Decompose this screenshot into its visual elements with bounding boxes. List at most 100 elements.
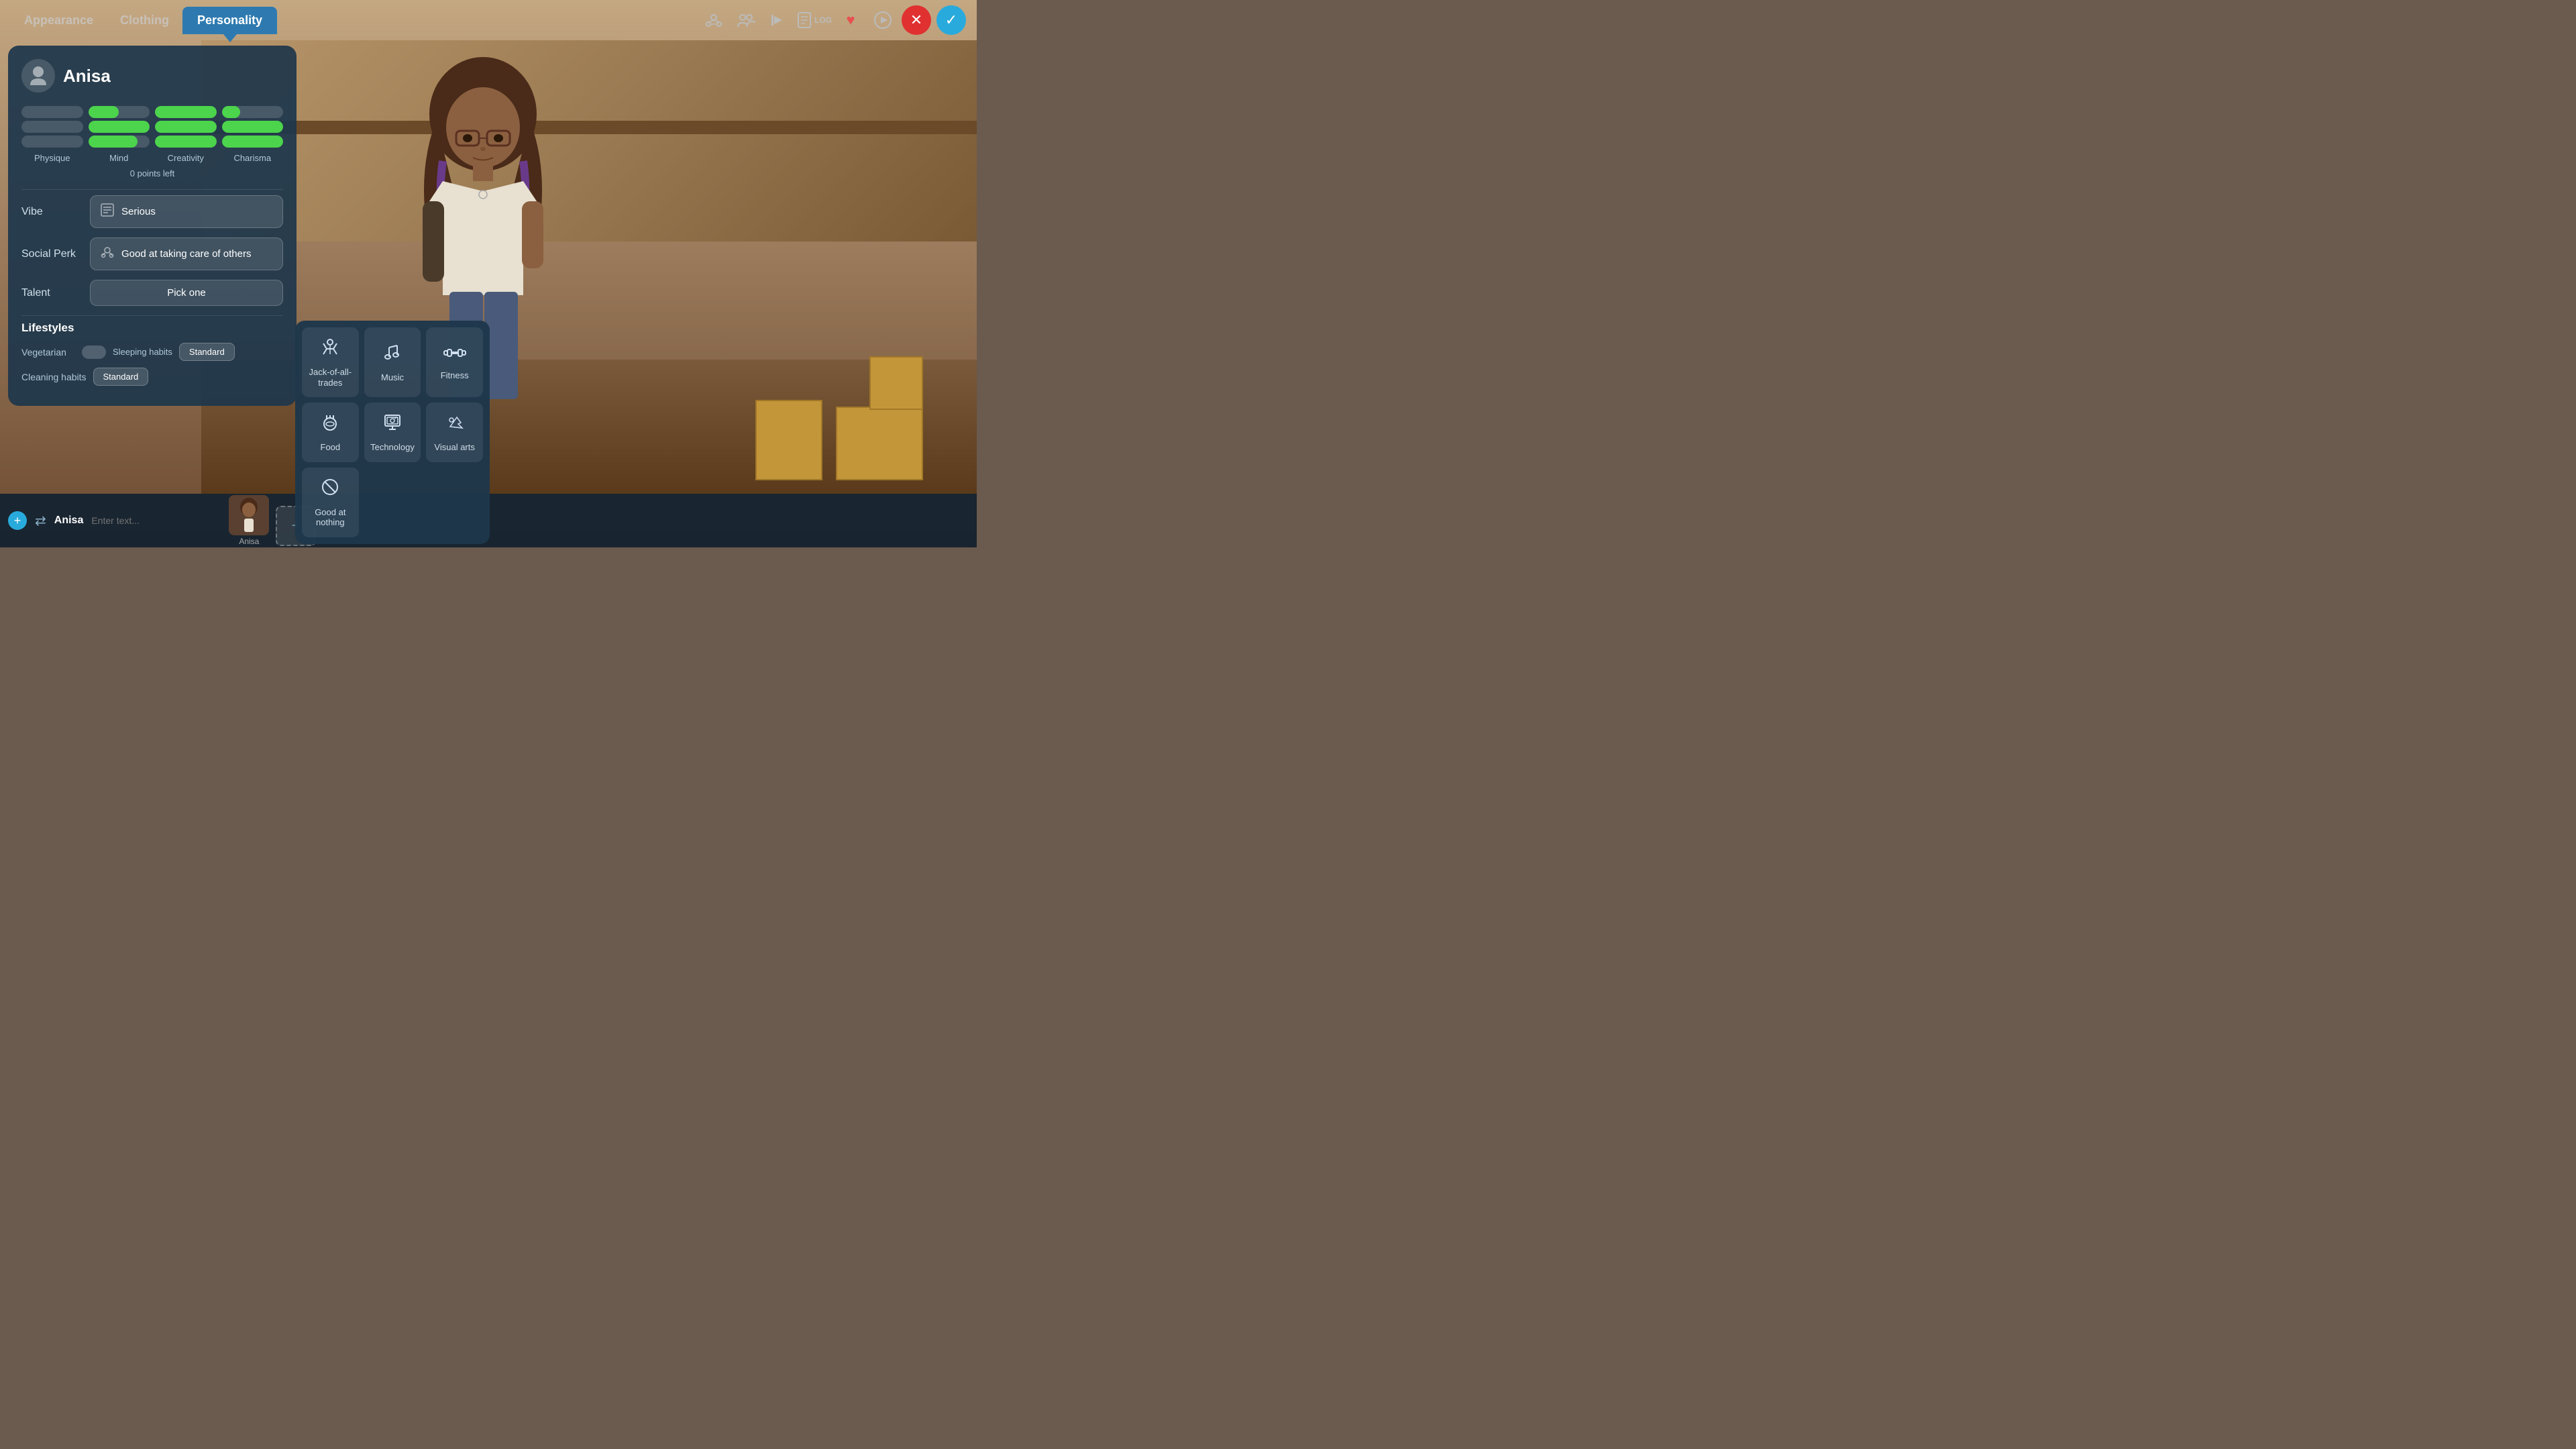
bottom-text-input[interactable]	[91, 515, 213, 526]
sleeping-option-value: Standard	[189, 347, 225, 357]
physique-bar-3	[21, 136, 83, 148]
tab-appearance[interactable]: Appearance	[11, 8, 107, 33]
music-icon	[382, 342, 402, 367]
top-navigation: Appearance Clothing Personality	[0, 0, 977, 40]
confirm-button[interactable]: ✓	[936, 5, 966, 35]
talent-row: Talent Pick one	[21, 280, 283, 306]
talent-dropdown: Jack-of-all-trades Music Fitness	[295, 321, 490, 544]
tab-personality[interactable]: Personality	[182, 7, 277, 34]
bottom-avatar-anisa[interactable]	[229, 495, 269, 535]
talent-food[interactable]: Food	[302, 402, 359, 462]
vibe-label: Vibe	[21, 206, 82, 218]
good-nothing-label: Good at nothing	[307, 507, 354, 528]
add-icon: +	[14, 514, 21, 528]
group-icon[interactable]	[733, 7, 759, 34]
lifestyles-title: Lifestyles	[21, 321, 283, 335]
cleaning-option[interactable]: Standard	[93, 368, 149, 386]
bottom-char-group-anisa: Anisa	[229, 495, 269, 546]
creativity-bar-2	[155, 121, 217, 133]
log-button[interactable]: LOG	[797, 11, 832, 29]
social-perk-label: Social Perk	[21, 248, 82, 260]
vegetarian-label: Vegetarian	[21, 347, 75, 358]
lifestyle-row-2: Cleaning habits Standard	[21, 368, 283, 386]
character-avatar	[21, 59, 55, 93]
physique-label: Physique	[21, 153, 83, 163]
creativity-bar-1	[155, 106, 217, 118]
vegetarian-toggle[interactable]	[82, 345, 106, 359]
talent-visual-arts[interactable]: Visual arts	[426, 402, 483, 462]
visual-arts-label: Visual arts	[434, 442, 474, 453]
character-header: Anisa	[21, 59, 283, 93]
vibe-row: Vibe Serious	[21, 195, 283, 228]
social-perk-row: Social Perk Good at taking care of other…	[21, 237, 283, 270]
heart-icon[interactable]: ♥	[837, 7, 864, 34]
talent-value: Pick one	[167, 287, 206, 299]
sleeping-habits-option[interactable]: Standard	[179, 343, 235, 361]
physique-bar-2	[21, 121, 83, 133]
mind-label: Mind	[89, 153, 150, 163]
stat-mind: Mind	[89, 106, 150, 163]
mind-bar-1	[89, 106, 150, 118]
divider-2	[21, 315, 283, 316]
mind-bar-3	[89, 136, 150, 148]
stat-physique: Physique	[21, 106, 83, 163]
jack-label: Jack-of-all-trades	[307, 367, 354, 388]
music-label: Music	[381, 372, 404, 383]
social-perk-value: Good at taking care of others	[121, 248, 251, 260]
talent-button[interactable]: Pick one	[90, 280, 283, 306]
lifestyle-row-1: Vegetarian Sleeping habits Standard	[21, 343, 283, 361]
lifestyles-section: Lifestyles Vegetarian Sleeping habits St…	[21, 321, 283, 386]
shelf-background	[201, 40, 977, 241]
switch-icon[interactable]: ⇄	[35, 513, 46, 529]
fitness-label: Fitness	[441, 370, 469, 381]
charisma-label: Charisma	[222, 153, 284, 163]
cleaning-option-value: Standard	[103, 372, 139, 382]
tab-arrow	[223, 34, 237, 42]
talent-music[interactable]: Music	[364, 327, 421, 397]
shelf-line	[201, 121, 977, 134]
play-icon[interactable]	[869, 7, 896, 34]
add-character-start-button[interactable]: +	[8, 511, 27, 530]
talent-label: Talent	[21, 287, 82, 299]
cancel-button[interactable]: ✕	[902, 5, 931, 35]
technology-label: Technology	[370, 442, 415, 453]
cardboard-box-1	[836, 407, 923, 480]
mind-bar-2	[89, 121, 150, 133]
social-perk-button[interactable]: Good at taking care of others	[90, 237, 283, 270]
visual-arts-icon	[445, 412, 465, 437]
sleeping-habits-label: Sleeping habits	[113, 347, 172, 357]
stats-grid: Physique Mind Creativity Charisma	[21, 106, 283, 163]
points-left: 0 points left	[21, 168, 283, 178]
cardboard-box-3	[755, 400, 822, 480]
talent-fitness[interactable]: Fitness	[426, 327, 483, 397]
physique-bar-1	[21, 106, 83, 118]
character-name: Anisa	[63, 66, 111, 87]
vibe-value: Serious	[121, 206, 156, 217]
food-label: Food	[321, 442, 341, 453]
creativity-label: Creativity	[155, 153, 217, 163]
connections-icon[interactable]	[700, 7, 727, 34]
cardboard-box-2	[869, 356, 923, 410]
bottom-char-name: Anisa	[54, 515, 84, 527]
tab-clothing[interactable]: Clothing	[107, 8, 182, 33]
left-panel: Anisa Physique Mind Creativity	[8, 46, 297, 406]
cleaning-label: Cleaning habits	[21, 372, 87, 382]
vibe-icon	[100, 203, 115, 221]
divider-1	[21, 189, 283, 190]
log-label: LOG	[814, 15, 832, 25]
talent-technology[interactable]: Technology	[364, 402, 421, 462]
nav-icons: LOG ♥ ✕ ✓	[700, 5, 966, 35]
action-icon[interactable]	[765, 7, 792, 34]
jack-icon	[320, 337, 340, 362]
vibe-button[interactable]: Serious	[90, 195, 283, 228]
tab-personality-wrapper: Personality	[182, 7, 277, 34]
charisma-bar-2	[222, 121, 284, 133]
charisma-bar-1	[222, 106, 284, 118]
stat-charisma: Charisma	[222, 106, 284, 163]
bottom-char-label-anisa: Anisa	[239, 537, 259, 546]
charisma-bar-3	[222, 136, 284, 148]
stat-creativity: Creativity	[155, 106, 217, 163]
talent-good-nothing[interactable]: Good at nothing	[302, 468, 359, 537]
social-perk-icon	[100, 245, 115, 263]
talent-jack[interactable]: Jack-of-all-trades	[302, 327, 359, 397]
